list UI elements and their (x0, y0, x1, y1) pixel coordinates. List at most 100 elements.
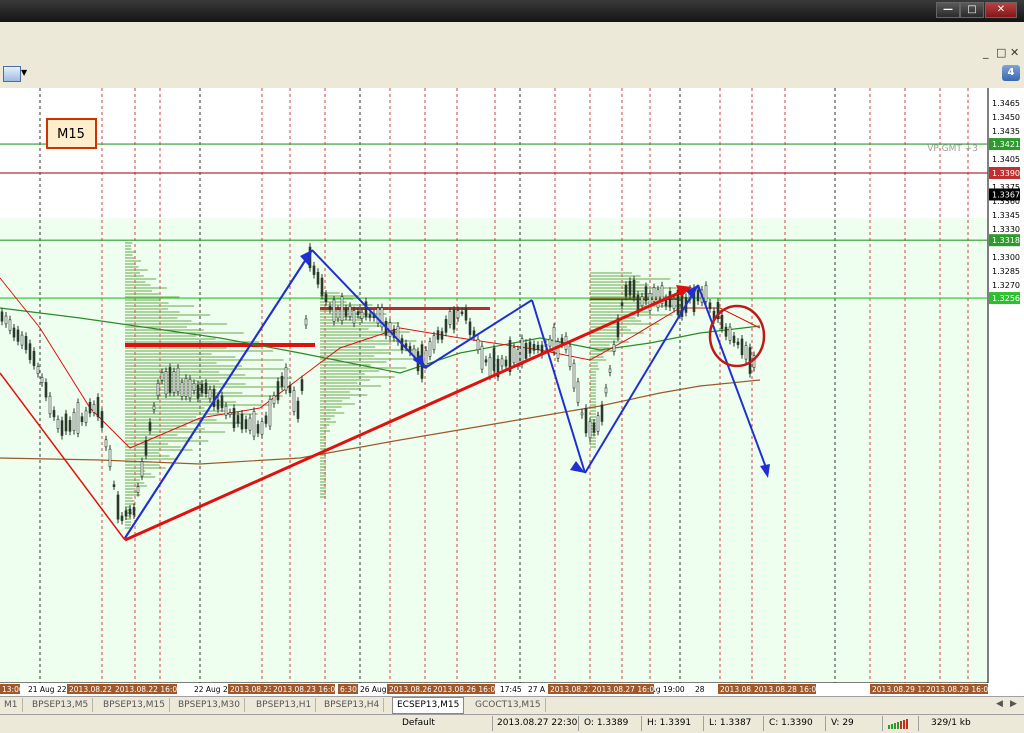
candle-body (720, 314, 724, 329)
date-tag-label: 2013.08.22 16:00 (115, 685, 182, 694)
upper-band (0, 88, 988, 218)
tab-ecsep13-m15[interactable]: ECSEP13,M15 (392, 697, 465, 714)
candle-body (628, 280, 632, 296)
price-marker-label: 1.3318 (992, 236, 1020, 245)
candle-body (468, 321, 472, 335)
candle-body (500, 358, 504, 367)
notification-badge[interactable]: 4 (1002, 65, 1020, 81)
candle-body (52, 410, 56, 418)
tab-bpsep13-h4[interactable]: BPSEP13,H4 (320, 698, 385, 712)
candle-body (444, 319, 448, 333)
connection-bars-icon[interactable] (888, 719, 912, 729)
candle-body (116, 494, 120, 520)
candle-body (196, 384, 200, 399)
candle-body (64, 413, 68, 432)
candle-body (448, 311, 452, 325)
candle-body (184, 378, 188, 397)
tab-bpsep13-m30[interactable]: BPSEP13,M30 (174, 698, 245, 712)
candle-body (92, 404, 96, 413)
status-open: O: 1.3389 (584, 718, 629, 728)
price-marker-label: 1.3367 (992, 190, 1020, 199)
candle-body (520, 338, 524, 365)
status-low: L: 1.3387 (709, 718, 752, 728)
candle-body (512, 347, 516, 364)
candle-body (164, 371, 168, 395)
maximize-button[interactable]: □ (960, 2, 984, 18)
candle-body (112, 484, 116, 487)
candle-body (480, 345, 484, 370)
close-button[interactable]: ✕ (985, 2, 1017, 18)
candle-body (292, 390, 296, 412)
price-chart[interactable]: 1.3465 1.3450 1.3435 1.3405 1.3375 1.3360 1.33… (0, 88, 1024, 696)
candle-body (576, 381, 580, 403)
candle-body (696, 289, 700, 302)
time-label: 21 Aug 22: (28, 685, 69, 694)
chart-window-icon[interactable] (3, 66, 21, 82)
inner-close-button[interactable]: ✕ (1010, 46, 1019, 59)
date-tag-label: 2013.08.23 16:00 (273, 685, 340, 694)
tab-scroll-right-icon[interactable]: ▶ (1010, 699, 1017, 709)
candle-body (204, 382, 208, 394)
candle-body (488, 357, 492, 377)
candle-body (432, 335, 436, 350)
candle-body (708, 302, 712, 310)
poc-bar (125, 343, 315, 347)
inner-minimize-button[interactable]: _ (983, 46, 989, 59)
tab-scroll-left-icon[interactable]: ◀ (996, 699, 1003, 709)
candle-body (120, 515, 124, 521)
candle-body (200, 383, 204, 394)
candle-body (32, 350, 36, 366)
candle-body (36, 366, 40, 374)
candle-body (156, 383, 160, 396)
date-tag-label: 13:00 (2, 685, 24, 694)
candle-body (732, 335, 736, 343)
candle-body (140, 461, 144, 477)
tab-m1[interactable]: M1 (0, 698, 23, 712)
date-tag-label: 2013.08.27 16:00 (592, 685, 659, 694)
tab-bpsep13-h1[interactable]: BPSEP13,H1 (252, 698, 317, 712)
chevron-down-icon[interactable]: ▼ (21, 68, 27, 77)
candle-body (364, 301, 368, 317)
candle-body (596, 415, 600, 432)
timeframe-label: M15 (57, 127, 85, 142)
candle-body (124, 510, 128, 517)
time-label: 17:45 (500, 685, 522, 694)
candle-body (256, 424, 260, 434)
candle-body (612, 344, 616, 352)
candle-body (188, 378, 192, 399)
inner-restore-button[interactable]: □ (996, 46, 1006, 59)
tab-gcoct13-m15[interactable]: GCOCT13,M15 (471, 698, 546, 712)
candle-body (100, 411, 104, 428)
candle-body (336, 309, 340, 319)
price-label: 1.3435 (992, 127, 1020, 136)
candle-body (168, 367, 172, 393)
tab-bpsep13-m15[interactable]: BPSEP13,M15 (99, 698, 170, 712)
tab-bpsep13-m5[interactable]: BPSEP13,M5 (28, 698, 94, 712)
candle-body (96, 396, 100, 418)
candle-body (452, 309, 456, 330)
candle-body (260, 421, 264, 435)
candle-body (352, 310, 356, 324)
candle-body (440, 331, 444, 340)
candle-body (180, 382, 184, 397)
candle-body (584, 407, 588, 434)
minimize-button[interactable]: — (936, 2, 960, 18)
candle-body (104, 439, 108, 448)
chart-canvas[interactable]: 1.34651.34501.34351.34051.33751.33601.33… (0, 88, 1024, 696)
time-label: 22 Aug 2 (194, 685, 228, 694)
price-label: 1.3270 (992, 281, 1020, 290)
candle-body (528, 341, 532, 354)
candle-body (172, 371, 176, 393)
candle-body (484, 359, 488, 363)
candle-body (24, 336, 28, 350)
candle-body (344, 308, 348, 317)
candle-body (704, 285, 708, 302)
candle-body (216, 399, 220, 410)
candle-body (148, 421, 152, 432)
candle-body (300, 379, 304, 391)
candle-body (524, 342, 528, 359)
candle-body (28, 343, 32, 360)
status-close: C: 1.3390 (769, 718, 813, 728)
candle-body (268, 398, 272, 427)
candle-body (656, 289, 660, 308)
